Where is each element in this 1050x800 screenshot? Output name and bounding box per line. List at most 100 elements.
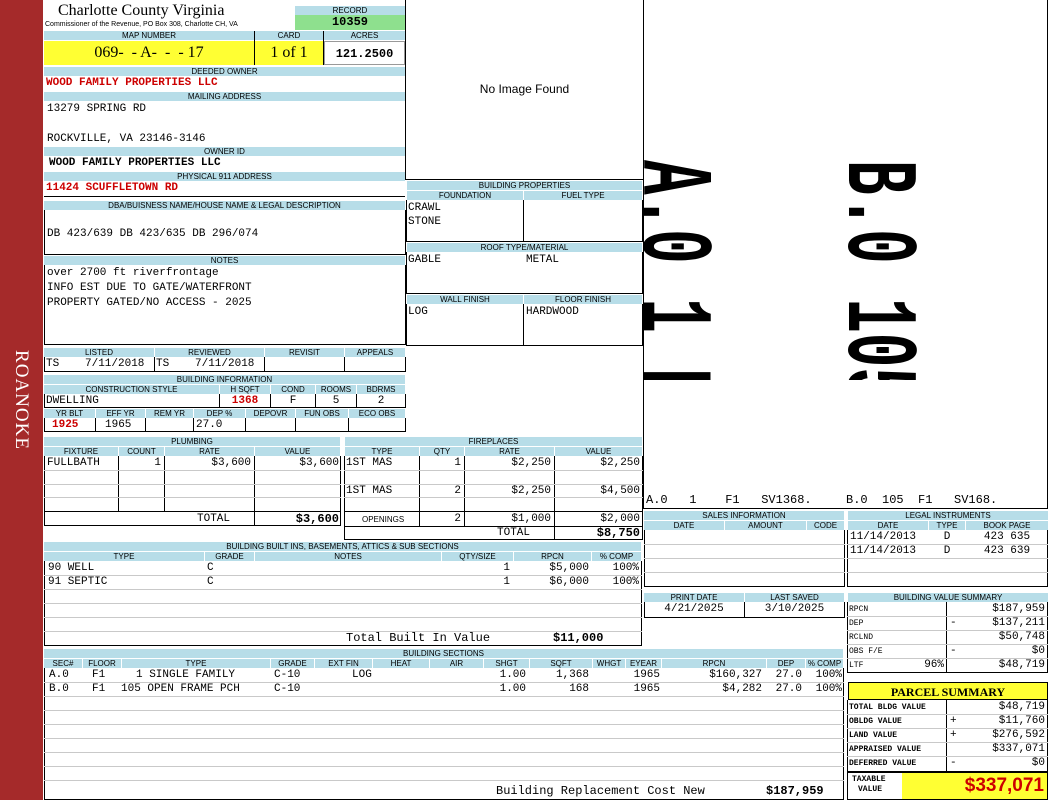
parcel-row-label: LAND VALUE bbox=[849, 731, 898, 740]
section-shgt: 1.00 bbox=[499, 669, 526, 681]
fireplace-value: $2,250 bbox=[600, 457, 640, 469]
sketch-drawing: A.0 1 F1 SV1368. B.0 105 F1 SV168. bbox=[644, 160, 932, 380]
section-dep: 27.0 bbox=[775, 669, 802, 681]
sketch-caption-a: A.0 1 F1 SV1368. bbox=[646, 493, 812, 507]
sections-col-floor: FLOOR bbox=[83, 659, 121, 668]
summary-row-label: OBS F/E bbox=[849, 647, 883, 656]
builtins-type-label: TYPE bbox=[44, 552, 204, 561]
legal-inst-type: D bbox=[943, 545, 951, 557]
fireplace-total: $8,750 bbox=[596, 526, 640, 540]
legal-inst-book: 423 639 bbox=[983, 545, 1031, 557]
dep-label: DEP % bbox=[194, 409, 245, 418]
builtins-total: $11,000 bbox=[553, 631, 604, 645]
plumbing-total: $3,600 bbox=[295, 512, 339, 526]
builtins-qty-label: QTY/SIZE bbox=[442, 552, 513, 561]
builtin-comp: 100% bbox=[612, 562, 639, 574]
parcel-row-value: $337,071 bbox=[992, 743, 1045, 755]
legal-inst-book: 423 635 bbox=[983, 531, 1031, 543]
openings-rate: $1,000 bbox=[511, 513, 551, 525]
sections-col-heat: HEAT bbox=[373, 659, 429, 668]
summary-row-value: $187,959 bbox=[992, 603, 1045, 615]
listed-label: LISTED bbox=[44, 348, 154, 357]
fireplace-qty-label: QTY bbox=[420, 447, 464, 456]
bedrooms: 2 bbox=[377, 395, 385, 407]
ltf-percent: 96% bbox=[924, 659, 944, 671]
plumbing-count: 1 bbox=[154, 457, 161, 469]
print-date-label: PRINT DATE bbox=[644, 593, 744, 602]
sections-col-rpcn: RPCN bbox=[662, 659, 766, 668]
builtin-type: 91 SEPTIC bbox=[48, 576, 108, 588]
builtin-rpcn: $5,000 bbox=[549, 562, 589, 574]
hsqft-label: H SQFT bbox=[220, 385, 270, 394]
reviewed-label: REVIEWED bbox=[155, 348, 264, 357]
map-number-label: MAP NUMBER bbox=[44, 31, 254, 40]
reviewed-date: 7/11/2018 bbox=[195, 358, 255, 370]
legal-inst-type: D bbox=[943, 531, 951, 543]
section-type: 1 SINGLE FAMILY bbox=[136, 669, 236, 681]
legal-inst-date: 11/14/2013 bbox=[850, 531, 917, 543]
section-dep: 27.0 bbox=[775, 683, 802, 695]
parcel-row-label: APPRAISED VALUE bbox=[849, 745, 922, 754]
plumbing-count-label: COUNT bbox=[119, 447, 164, 456]
rooms-label: ROOMS bbox=[316, 385, 356, 394]
section-sqft: 1,368 bbox=[555, 669, 589, 681]
plumbing-total-label: TOTAL bbox=[197, 513, 231, 525]
builtin-qty: 1 bbox=[503, 576, 510, 588]
summary-row-value: $50,748 bbox=[998, 631, 1045, 643]
builtins-notes-label: NOTES bbox=[255, 552, 441, 561]
summary-row-value: $0 bbox=[1031, 645, 1045, 657]
builtins-label: BUILDING BUILT INS, BASEMENTS, ATTICS & … bbox=[44, 542, 641, 551]
funobs-label: FUN OBS bbox=[296, 409, 348, 418]
builtin-comp: 100% bbox=[612, 576, 639, 588]
sketch-label-b: B.0 105 F1 SV168. bbox=[818, 160, 932, 380]
record-label: RECORD bbox=[295, 6, 405, 15]
section-sec: A.0 bbox=[49, 669, 69, 681]
cond-label: COND bbox=[271, 385, 315, 394]
sketch-label-a: A.0 1 F1 SV1368. bbox=[644, 160, 727, 380]
fireplace-value-label: VALUE bbox=[555, 447, 642, 456]
fireplace-total-label: TOTAL bbox=[497, 527, 531, 539]
builtin-qty: 1 bbox=[503, 562, 510, 574]
office-address: Commissioner of the Revenue, PO Box 308,… bbox=[45, 21, 238, 28]
fireplace-qty: 2 bbox=[454, 485, 461, 497]
builtins-grade-label: GRADE bbox=[205, 552, 254, 561]
deeded-owner-label: DEEDED OWNER bbox=[44, 67, 405, 76]
sections-col-shgt: SHGT bbox=[484, 659, 529, 668]
parcel-row-value: $11,760 bbox=[998, 715, 1045, 727]
sections-col-dep: DEP bbox=[767, 659, 805, 668]
builtin-grade: C bbox=[207, 562, 214, 574]
listed-date: 7/11/2018 bbox=[85, 358, 145, 370]
county-title: Charlotte County Virginia bbox=[58, 2, 225, 19]
sections-col-comp: % COMP bbox=[806, 659, 843, 668]
section-eyear: 1965 bbox=[633, 683, 660, 695]
foundation-label: FOUNDATION bbox=[407, 191, 523, 200]
acres-value: 121.2500 bbox=[324, 41, 405, 65]
builtin-rpcn: $6,000 bbox=[549, 576, 589, 588]
svg-text:A.0 1 F1 SV1368.: A.0 1 F1 SV1368. bbox=[644, 160, 727, 380]
sales-code-label: CODE bbox=[807, 521, 844, 530]
record-number: 10359 bbox=[295, 15, 405, 30]
parcel-row-value: $276,592 bbox=[992, 729, 1045, 741]
replacement-cost-label: Building Replacement Cost New bbox=[496, 784, 705, 798]
plumbing-value-label: VALUE bbox=[255, 447, 340, 456]
building-info-label: BUILDING INFORMATION bbox=[44, 375, 405, 384]
roof-type: GABLE bbox=[408, 254, 442, 266]
section-floor: F1 bbox=[92, 669, 106, 681]
last-saved-label: LAST SAVED bbox=[745, 593, 844, 602]
summary-row-label: DEP bbox=[849, 619, 864, 628]
legal-inst-date: 11/14/2013 bbox=[850, 545, 917, 557]
print-date: 4/21/2025 bbox=[664, 603, 724, 615]
foundation-line: STONE bbox=[408, 216, 442, 228]
foundation-line: CRAWL bbox=[408, 202, 442, 214]
rooms: 5 bbox=[332, 395, 340, 407]
builtins-rpcn-label: RPCN bbox=[514, 552, 591, 561]
openings-qty: 2 bbox=[454, 513, 461, 525]
sections-col-eyear: EYEAR bbox=[626, 659, 661, 668]
sections-col-grade: GRADE bbox=[271, 659, 314, 668]
construction-style-label: CONSTRUCTION STYLE bbox=[44, 385, 219, 394]
reviewed-by: TS bbox=[156, 358, 170, 370]
deeded-owner: WOOD FAMILY PROPERTIES LLC bbox=[46, 77, 218, 89]
section-type: 105 OPEN FRAME PCH bbox=[121, 683, 240, 695]
fireplace-value: $4,500 bbox=[600, 485, 640, 497]
parcel-row-value: $0 bbox=[1031, 757, 1045, 769]
